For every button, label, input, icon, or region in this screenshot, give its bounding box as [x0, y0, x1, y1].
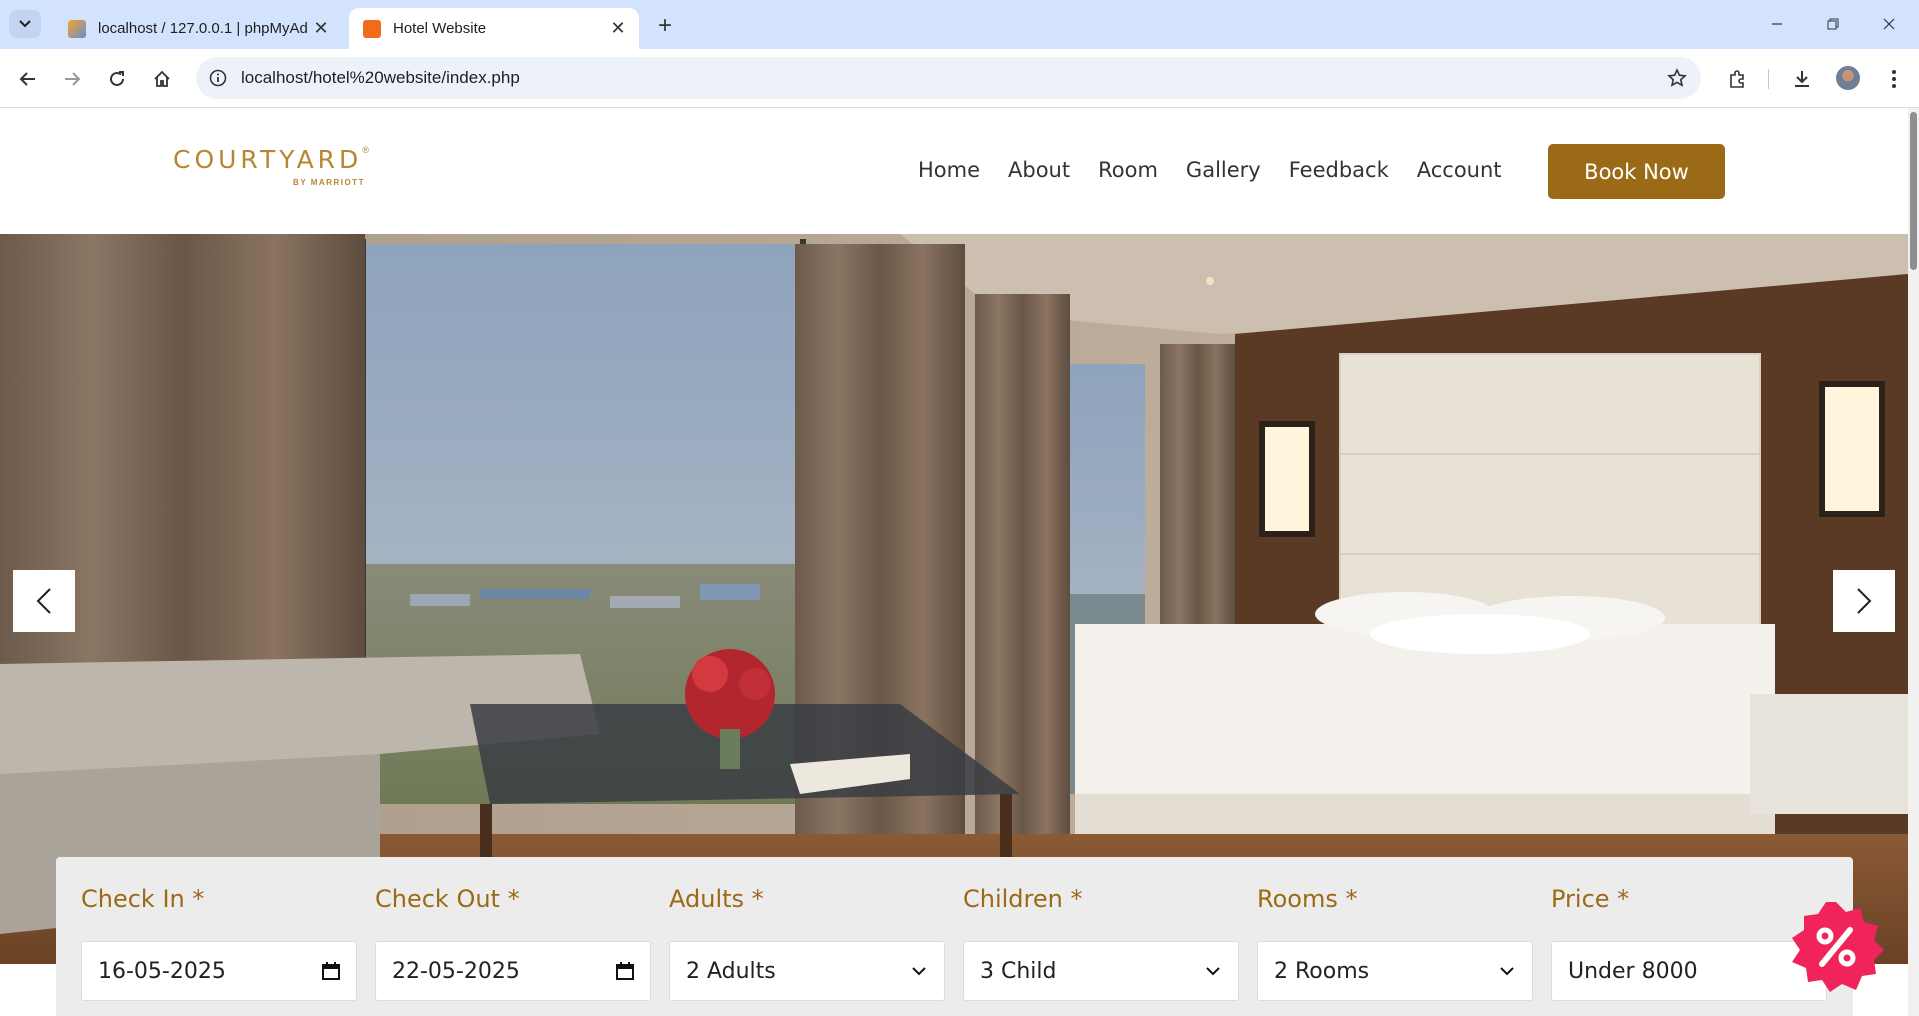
calendar-icon[interactable]: [614, 960, 636, 982]
logo-wordmark: COURTYARD: [173, 145, 363, 174]
chevron-right-icon: [1857, 588, 1872, 614]
tab-title: localhost / 127.0.0.1 | phpMyAd: [98, 20, 308, 37]
page-viewport: COURTYARD® BY MARRIOTT Home About Room G…: [0, 108, 1908, 1016]
adults-select[interactable]: 2 Adults: [669, 941, 945, 1001]
registered-mark: ®: [362, 145, 369, 155]
adults-label: Adults *: [669, 885, 764, 913]
reload-icon: [110, 71, 124, 86]
toolbar-divider: [1768, 69, 1769, 89]
browser-tab-phpmyadmin[interactable]: localhost / 127.0.0.1 | phpMyAd ✕: [54, 8, 342, 49]
page-scrollbar[interactable]: [1908, 108, 1919, 1016]
site-info-icon[interactable]: [206, 66, 230, 90]
browser-toolbar: localhost/hotel%20website/index.php: [0, 49, 1919, 108]
price-label: Price *: [1551, 885, 1630, 913]
discount-badge-icon[interactable]: [1788, 898, 1884, 994]
price-value: Under 8000: [1568, 958, 1698, 984]
restore-icon: [1827, 18, 1839, 30]
nav-account[interactable]: Account: [1417, 158, 1502, 182]
nav-about[interactable]: About: [1008, 158, 1070, 182]
logo-subtitle: BY MARRIOTT: [293, 178, 365, 187]
home-button[interactable]: [146, 63, 178, 95]
check-in-label: Check In *: [81, 885, 205, 913]
book-now-button[interactable]: Book Now: [1548, 144, 1725, 199]
check-out-value: 22-05-2025: [392, 958, 520, 984]
xampp-icon: [363, 19, 381, 38]
minimize-icon: [1772, 23, 1782, 25]
forward-button[interactable]: [56, 63, 88, 95]
tab-title: Hotel Website: [393, 20, 487, 37]
nav-gallery[interactable]: Gallery: [1186, 158, 1261, 182]
check-out-label: Check Out *: [375, 885, 520, 913]
arrow-left-icon: [19, 72, 35, 86]
brand-logo[interactable]: COURTYARD® BY MARRIOTT: [173, 145, 369, 187]
bookmark-star-icon[interactable]: [1665, 66, 1689, 90]
home-icon: [154, 70, 170, 87]
children-value: 3 Child: [980, 958, 1057, 984]
profile-avatar[interactable]: [1836, 66, 1860, 90]
close-icon: [1883, 18, 1895, 30]
price-select[interactable]: Under 8000: [1551, 941, 1827, 1001]
check-out-input[interactable]: 22-05-2025: [375, 941, 651, 1001]
rooms-select[interactable]: 2 Rooms: [1257, 941, 1533, 1001]
scrollbar-thumb[interactable]: [1910, 112, 1917, 270]
check-in-input[interactable]: 16-05-2025: [81, 941, 357, 1001]
carousel-next-button[interactable]: [1833, 570, 1895, 632]
chevron-down-icon: [908, 960, 930, 982]
more-vertical-icon: [1892, 70, 1896, 88]
children-label: Children *: [963, 885, 1083, 913]
carousel-prev-button[interactable]: [13, 570, 75, 632]
hero-room-image: [0, 234, 1908, 964]
chevron-down-icon: [19, 20, 31, 28]
rooms-label: Rooms *: [1257, 885, 1358, 913]
browser-menu-button[interactable]: [1878, 63, 1910, 95]
hero-carousel: [0, 234, 1908, 964]
rooms-value: 2 Rooms: [1274, 958, 1370, 984]
site-header: COURTYARD® BY MARRIOTT Home About Room G…: [0, 108, 1908, 234]
url-text[interactable]: localhost/hotel%20website/index.php: [241, 68, 520, 88]
arrow-right-icon: [65, 72, 81, 86]
download-icon: [1795, 71, 1809, 87]
reload-button[interactable]: [101, 63, 133, 95]
check-in-value: 16-05-2025: [98, 958, 226, 984]
puzzle-icon: [1730, 70, 1744, 88]
nav-feedback[interactable]: Feedback: [1289, 158, 1389, 182]
browser-tab-hotel-website[interactable]: Hotel Website ✕: [349, 8, 639, 49]
calendar-icon[interactable]: [320, 960, 342, 982]
nav-room[interactable]: Room: [1098, 158, 1158, 182]
close-window-button[interactable]: [1866, 8, 1912, 40]
close-icon[interactable]: ✕: [607, 18, 629, 40]
close-icon[interactable]: ✕: [310, 18, 332, 40]
downloads-button[interactable]: [1786, 63, 1818, 95]
browser-tab-bar: localhost / 127.0.0.1 | phpMyAd ✕ Hotel …: [0, 0, 1919, 49]
phpmyadmin-icon: [68, 19, 86, 38]
extensions-button[interactable]: [1722, 63, 1754, 95]
restore-button[interactable]: [1810, 8, 1856, 40]
tab-search-button[interactable]: [9, 10, 41, 38]
back-button[interactable]: [12, 63, 44, 95]
new-tab-button[interactable]: +: [651, 12, 679, 40]
adults-value: 2 Adults: [686, 958, 776, 984]
chevron-left-icon: [36, 588, 51, 614]
minimize-button[interactable]: [1754, 8, 1800, 40]
address-bar[interactable]: localhost/hotel%20website/index.php: [196, 57, 1701, 99]
children-select[interactable]: 3 Child: [963, 941, 1239, 1001]
booking-form: Check In * 16-05-2025 Check Out * 22-05-…: [56, 857, 1853, 1016]
main-nav: Home About Room Gallery Feedback Account: [918, 158, 1502, 182]
chevron-down-icon: [1496, 960, 1518, 982]
chevron-down-icon: [1202, 960, 1224, 982]
nav-home[interactable]: Home: [918, 158, 980, 182]
